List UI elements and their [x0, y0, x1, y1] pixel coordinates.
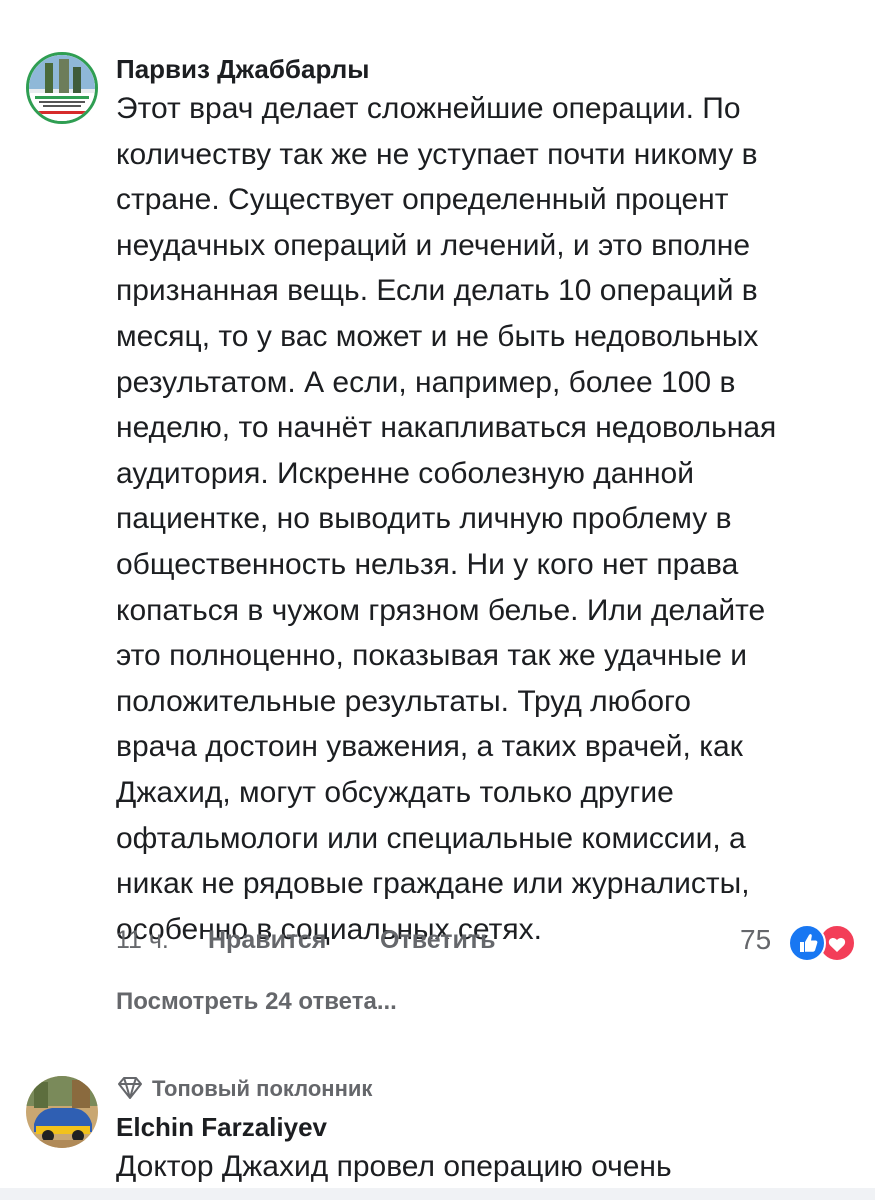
comment-text-line: аудитория. Искренне соболезную данной	[116, 456, 694, 490]
comment-text-line: Доктор Джахид провел операцию очень	[116, 1150, 672, 1183]
avatar[interactable]	[26, 1076, 98, 1148]
bottom-divider	[0, 1188, 875, 1200]
reply-button[interactable]: Ответить	[380, 926, 496, 955]
comment-text-line: это полноценно, показывая так же удачные…	[116, 639, 748, 673]
like-icon	[788, 924, 826, 962]
reactions-summary[interactable]: 75	[740, 922, 860, 962]
comment-text-line: никак не рядовые граждане или журналисты…	[116, 867, 750, 901]
comment-text-line: признанная вещь. Если делать 10 операций…	[116, 274, 758, 308]
view-replies-link[interactable]: Посмотреть 24 ответа...	[116, 988, 397, 1016]
comment-text-line: офтальмологи или специальные комиссии, а	[116, 821, 746, 855]
comment-timestamp[interactable]: 11 ч.	[116, 926, 169, 955]
avatar-image	[26, 1076, 98, 1148]
badge-label: Топовый поклонник	[152, 1076, 373, 1101]
comment-text-line: общественность нельзя. Ни у кого нет пра…	[116, 547, 739, 581]
comment-text-line: количеству так же не уступает почти нико…	[116, 137, 758, 171]
comment-text-line: неделю, то начнёт накапливаться недоволь…	[116, 411, 777, 445]
comment-text-line: результатом. А если, например, более 100…	[116, 365, 736, 399]
comment-text-line: копаться в чужом грязном белье. Или дела…	[116, 593, 766, 627]
comment-text-line: Этот врач делает сложнейшие операции. По	[116, 92, 741, 125]
comment-text-line: врача достоин уважения, а таких врачей, …	[116, 730, 743, 764]
comment-text-line: Джахид, могут обсуждать только другие	[116, 775, 674, 809]
comment-author[interactable]: Elchin Farzaliyev	[116, 1112, 327, 1142]
comment-text-line: положительные результаты. Труд любого	[116, 684, 691, 718]
comment-text-line: неудачных операций и лечений, и это впол…	[116, 228, 751, 262]
reaction-count: 75	[740, 924, 772, 955]
comment-text: Доктор Джахид провел операцию очень	[116, 1144, 866, 1190]
like-button[interactable]: Нравится	[208, 926, 326, 955]
avatar[interactable]	[26, 52, 98, 124]
comment-text: Этот врач делает сложнейшие операции. По…	[116, 86, 866, 952]
comment-author[interactable]: Парвиз Джаббарлы	[116, 54, 369, 84]
comment-text-line: стране. Существует определенный процент	[116, 183, 729, 217]
diamond-icon	[116, 1076, 144, 1106]
comment-text-line: пациентке, но выводить личную проблему в	[116, 502, 732, 536]
comment-text-line: месяц, то у вас может и не быть недоволь…	[116, 319, 759, 353]
avatar-image	[29, 55, 95, 121]
